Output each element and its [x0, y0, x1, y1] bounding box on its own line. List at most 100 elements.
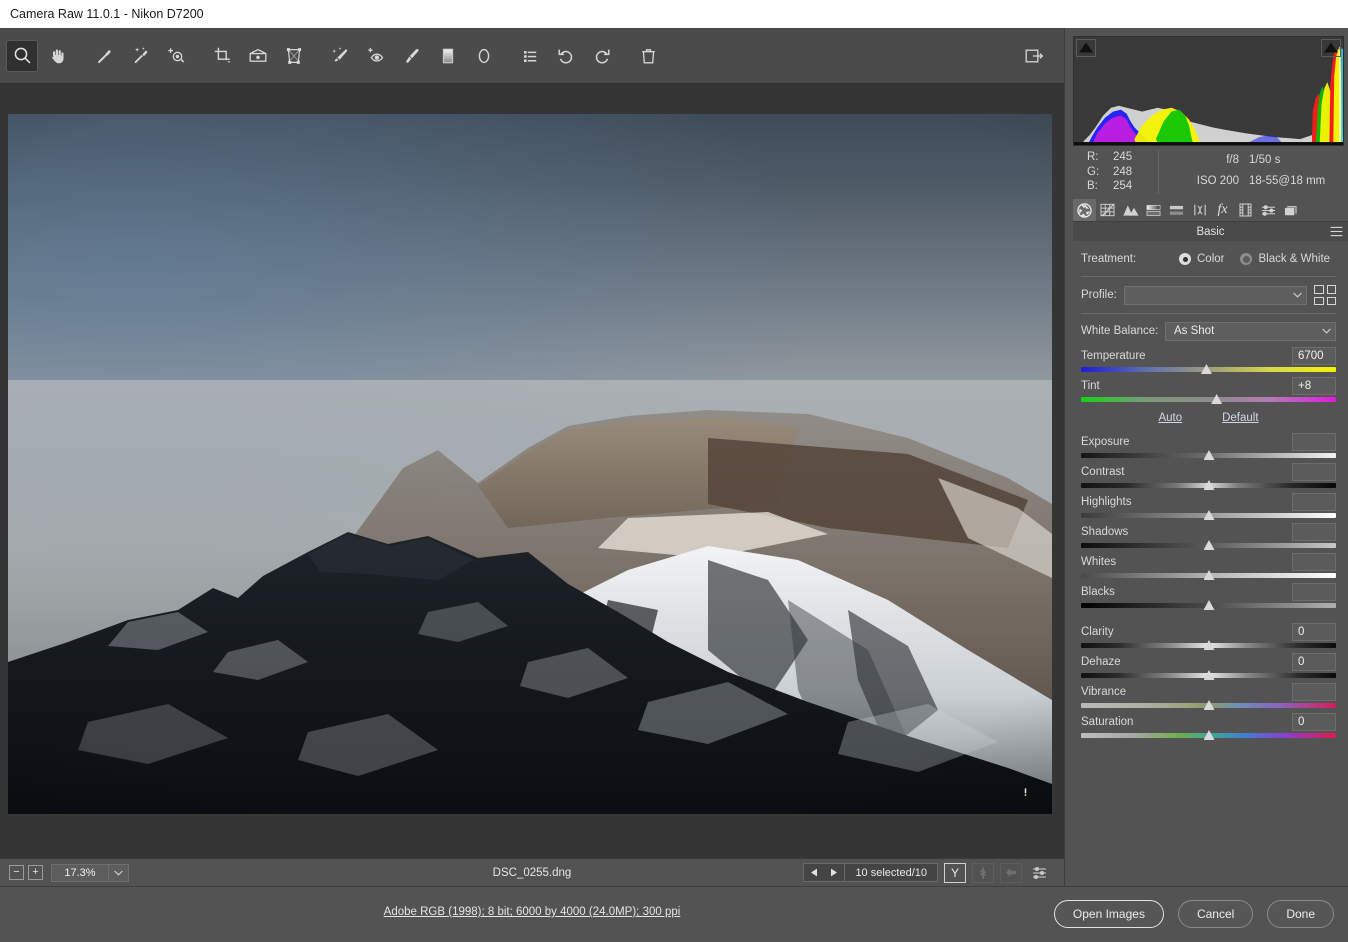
spot-removal-tool[interactable] — [324, 40, 356, 72]
saturation-value[interactable]: 0 — [1292, 713, 1336, 731]
browse-profiles-icon[interactable] — [1314, 285, 1336, 305]
arrow-right-icon — [830, 868, 838, 877]
radio-color[interactable] — [1179, 253, 1191, 265]
cancel-button[interactable]: Cancel — [1178, 900, 1253, 928]
graduated-filter-tool[interactable] — [432, 40, 464, 72]
filmstrip-sync-button[interactable] — [972, 863, 994, 883]
red-eye-tool[interactable] — [360, 40, 392, 72]
shadows-label: Shadows — [1081, 526, 1128, 538]
temperature-track[interactable] — [1081, 367, 1336, 372]
profile-dropdown[interactable] — [1124, 286, 1307, 305]
shadows-track[interactable] — [1081, 543, 1336, 548]
done-button[interactable]: Done — [1267, 900, 1334, 928]
saturation-track[interactable] — [1081, 733, 1336, 738]
color-sampler-tool[interactable] — [124, 40, 156, 72]
vibrance-track[interactable] — [1081, 703, 1336, 708]
highlight-clipping-triangle-icon[interactable] — [1321, 39, 1341, 57]
default-link[interactable]: Default — [1222, 412, 1258, 430]
blacks-value[interactable] — [1292, 583, 1336, 601]
rgb-readout: R:245 G:248 B:254 — [1073, 150, 1159, 194]
tab-lens-corrections[interactable] — [1188, 199, 1211, 221]
rotate-clockwise-tool[interactable] — [586, 40, 618, 72]
tab-snapshots[interactable] — [1280, 199, 1303, 221]
highlights-track[interactable] — [1081, 513, 1336, 518]
filmstrip-settings-button[interactable] — [1028, 863, 1050, 883]
treatment-option-color[interactable]: Color — [1179, 253, 1224, 265]
detail-mountains-icon — [1123, 204, 1139, 217]
filter-y-icon: Y — [951, 867, 959, 879]
white-balance-dropdown[interactable]: As Shot — [1165, 322, 1336, 341]
contrast-track[interactable] — [1081, 483, 1336, 488]
radio-black-and-white[interactable] — [1240, 253, 1252, 265]
rotate-counterclockwise-tool[interactable] — [550, 40, 582, 72]
tab-presets[interactable] — [1257, 199, 1280, 221]
filmstrip-previous-button[interactable] — [1000, 863, 1022, 883]
vibrance-value[interactable] — [1292, 683, 1336, 701]
clarity-track[interactable] — [1081, 643, 1336, 648]
slider-highlights: Highlights — [1081, 492, 1336, 518]
preview-image[interactable] — [8, 114, 1052, 814]
temperature-label: Temperature — [1081, 350, 1146, 362]
next-image-button[interactable] — [824, 868, 844, 877]
tab-effects[interactable]: fx — [1211, 199, 1234, 221]
tint-track[interactable] — [1081, 397, 1336, 402]
exposure-track[interactable] — [1081, 453, 1336, 458]
filmstrip-filter-button[interactable]: Y — [944, 863, 966, 883]
zoom-tool[interactable] — [6, 40, 38, 72]
whites-value[interactable] — [1292, 553, 1336, 571]
radial-filter-tool[interactable] — [468, 40, 500, 72]
crop-tool[interactable] — [206, 40, 238, 72]
whites-track[interactable] — [1081, 573, 1336, 578]
exposure-value[interactable] — [1292, 433, 1336, 451]
shadows-value[interactable] — [1292, 523, 1336, 541]
tint-value[interactable]: +8 — [1292, 377, 1336, 395]
auto-link[interactable]: Auto — [1158, 412, 1182, 430]
tab-split-toning[interactable] — [1165, 199, 1188, 221]
previous-image-button[interactable] — [804, 868, 824, 877]
dehaze-value[interactable]: 0 — [1292, 653, 1336, 671]
tab-basic[interactable] — [1073, 199, 1096, 221]
white-balance-tool[interactable] — [88, 40, 120, 72]
presets-sliders-icon — [1261, 204, 1276, 217]
saturation-label: Saturation — [1081, 716, 1133, 728]
tab-tone-curve[interactable] — [1096, 199, 1119, 221]
straighten-tool[interactable] — [242, 40, 274, 72]
transform-tool[interactable] — [278, 40, 310, 72]
dehaze-track[interactable] — [1081, 673, 1336, 678]
g-label: G: — [1087, 165, 1113, 180]
canvas-status-bar: − + 17.3% DSC_0255.dng 10 selected/10 Y — [0, 858, 1064, 886]
slider-shadows: Shadows — [1081, 522, 1336, 548]
highlights-value[interactable] — [1292, 493, 1336, 511]
snapshots-layers-icon — [1284, 204, 1299, 217]
open-images-button[interactable]: Open Images — [1054, 900, 1164, 928]
tab-calibration[interactable] — [1234, 199, 1257, 221]
workflow-options-link[interactable]: Adobe RGB (1998); 8 bit; 6000 by 4000 (2… — [0, 906, 1064, 918]
preferences-tool[interactable] — [514, 40, 546, 72]
shadow-clipping-triangle-icon[interactable] — [1076, 39, 1096, 57]
arrow-left-icon — [1005, 867, 1017, 878]
temperature-value[interactable]: 6700 — [1292, 347, 1336, 365]
treatment-color-label: Color — [1197, 253, 1224, 265]
dehaze-label: Dehaze — [1081, 656, 1121, 668]
tab-hsl-grayscale[interactable] — [1142, 199, 1165, 221]
slider-tint: Tint +8 — [1081, 376, 1336, 402]
delete-tool[interactable] — [632, 40, 664, 72]
aperture-value: f/8 — [1183, 150, 1249, 171]
panel-menu-icon[interactable] — [1330, 226, 1343, 240]
hand-tool[interactable] — [42, 40, 74, 72]
targeted-adjustment-tool[interactable] — [160, 40, 192, 72]
treatment-option-black-and-white[interactable]: Black & White — [1240, 253, 1330, 265]
b-value: 254 — [1113, 179, 1132, 194]
arrow-left-icon — [810, 868, 818, 877]
clarity-value[interactable]: 0 — [1292, 623, 1336, 641]
histogram[interactable] — [1073, 36, 1344, 146]
window-title-bar: Camera Raw 11.0.1 - Nikon D7200 — [0, 0, 1348, 28]
image-canvas-area[interactable] — [0, 84, 1064, 858]
footer-buttons: Open Images Cancel Done — [1054, 900, 1334, 928]
tab-detail[interactable] — [1119, 199, 1142, 221]
contrast-value[interactable] — [1292, 463, 1336, 481]
toggle-fullscreen-button[interactable] — [1018, 40, 1050, 72]
g-value: 248 — [1113, 165, 1132, 180]
blacks-track[interactable] — [1081, 603, 1336, 608]
adjustment-brush-tool[interactable] — [396, 40, 428, 72]
